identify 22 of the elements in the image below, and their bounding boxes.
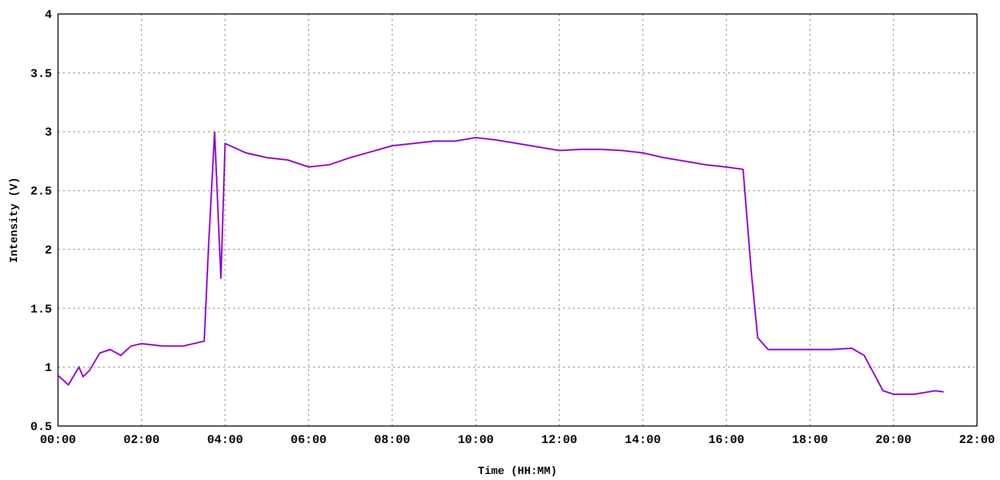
x-tick-label: 16:00 <box>708 433 744 447</box>
x-tick-label: 02:00 <box>124 433 160 447</box>
y-tick-label: 2.5 <box>30 184 52 199</box>
x-tick-label: 08:00 <box>374 433 410 447</box>
y-tick-label: 2 <box>44 243 52 258</box>
x-axis-title: Time (HH:MM) <box>478 466 558 478</box>
y-tick-label: 4 <box>44 8 52 22</box>
x-tick-label: 20:00 <box>875 433 912 447</box>
x-tick-label: 22:00 <box>959 433 995 447</box>
y-tick-label: 3.5 <box>30 66 52 81</box>
x-tick-label: 06:00 <box>290 433 327 447</box>
x-tick-label: 10:00 <box>458 433 494 447</box>
x-tick-label: 04:00 <box>207 433 244 447</box>
x-tick-label: 00:00 <box>40 433 76 447</box>
x-tick-label: 14:00 <box>624 433 661 447</box>
x-tick-label: 12:00 <box>541 433 578 447</box>
y-tick-label: 1 <box>44 361 52 376</box>
x-tick-label: 18:00 <box>792 433 828 447</box>
y-tick-label: 3 <box>44 126 52 140</box>
y-axis-title: Intensity (V) <box>9 177 21 263</box>
y-tick-label: 0.5 <box>30 420 52 434</box>
y-tick-label: 1.5 <box>30 302 52 316</box>
